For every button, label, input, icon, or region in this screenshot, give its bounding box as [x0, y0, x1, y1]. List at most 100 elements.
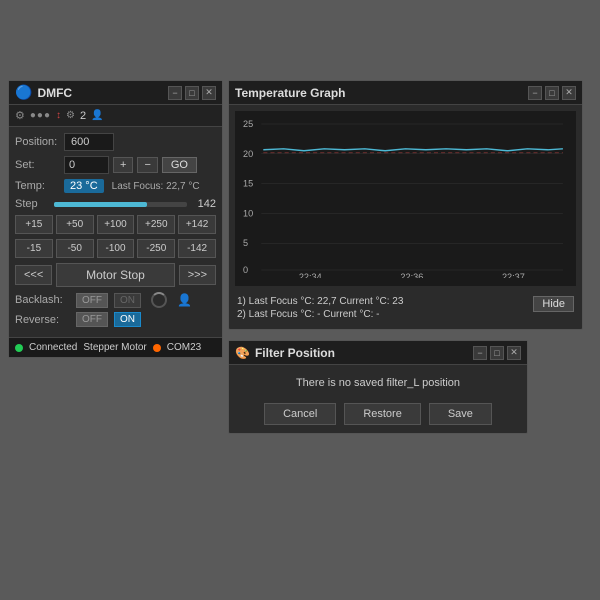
graph-notes: 1) Last Focus °C: 22,7 Current °C: 23 2)… — [237, 296, 403, 320]
svg-text:15: 15 — [243, 179, 253, 189]
dmfc-title-bar: 🔵 DMFC − □ ✕ — [9, 81, 222, 105]
temp-graph-window: Temperature Graph − □ ✕ 25 20 15 10 5 0 … — [228, 80, 583, 330]
step-slider[interactable] — [54, 202, 187, 207]
filter-buttons: Cancel Restore Save — [239, 403, 517, 425]
filter-minimize-button[interactable]: − — [473, 346, 487, 360]
reverse-label: Reverse: — [15, 314, 70, 326]
toolbar-icon4: 👤 — [91, 110, 103, 121]
svg-text:5: 5 — [243, 238, 248, 248]
com-dot — [153, 344, 161, 352]
dmfc-close-button[interactable]: ✕ — [202, 86, 216, 100]
btn-plus15[interactable]: +15 — [15, 215, 53, 234]
filter-controls: − □ ✕ — [473, 346, 521, 360]
step-row: Step 142 — [15, 198, 216, 210]
graph-note2: 2) Last Focus °C: - Current °C: - — [237, 309, 403, 320]
hide-button[interactable]: Hide — [533, 296, 574, 312]
last-focus: Last Focus: 22,7 °C — [112, 181, 200, 192]
position-row: Position: 600 — [15, 133, 216, 151]
filter-maximize-button[interactable]: □ — [490, 346, 504, 360]
temp-title-left: Temperature Graph — [235, 86, 345, 100]
filter-cancel-button[interactable]: Cancel — [264, 403, 336, 425]
spin-icon — [151, 292, 167, 308]
toolbar-dots: ●●● — [30, 110, 51, 121]
step-slider-fill — [54, 202, 147, 207]
dmfc-maximize-button[interactable]: □ — [185, 86, 199, 100]
step-label: Step — [15, 198, 50, 210]
btn-minus15[interactable]: -15 — [15, 239, 53, 258]
svg-text:22:36: 22:36 — [400, 272, 423, 278]
toolbar-icon1: ⚙ — [15, 109, 25, 122]
svg-text:22:34: 22:34 — [299, 272, 322, 278]
svg-text:0: 0 — [243, 265, 248, 275]
backlash-label: Backlash: — [15, 294, 70, 306]
filter-title-bar: 🎨 Filter Position − □ ✕ — [229, 341, 527, 365]
btn-minus250[interactable]: -250 — [137, 239, 175, 258]
btn-right-arrow[interactable]: >>> — [179, 265, 216, 285]
dmfc-title: DMFC — [37, 86, 72, 100]
minus-button-grid: -15 -50 -100 -250 -142 — [15, 239, 216, 258]
dmfc-body: Position: 600 Set: + − GO Temp: 23 °C La… — [9, 127, 222, 337]
graph-area: 25 20 15 10 5 0 22:34 22:36 22:37 — [235, 111, 576, 286]
connected-label: Connected — [29, 342, 77, 353]
go-button[interactable]: GO — [162, 157, 197, 173]
filter-position-window: 🎨 Filter Position − □ ✕ There is no save… — [228, 340, 528, 434]
svg-text:20: 20 — [243, 149, 253, 159]
dmfc-icon: 🔵 — [15, 84, 32, 101]
btn-plus142[interactable]: +142 — [178, 215, 216, 234]
graph-footer: 1) Last Focus °C: 22,7 Current °C: 23 2)… — [229, 292, 582, 324]
set-input[interactable] — [64, 156, 109, 174]
connected-dot — [15, 344, 23, 352]
stepper-label: Stepper Motor — [83, 342, 146, 353]
backlash-off-button[interactable]: OFF — [76, 293, 108, 308]
filter-close-button[interactable]: ✕ — [507, 346, 521, 360]
reverse-off-button[interactable]: OFF — [76, 312, 108, 327]
set-minus-button[interactable]: − — [137, 157, 157, 173]
set-label: Set: — [15, 159, 60, 171]
btn-plus250[interactable]: +250 — [137, 215, 175, 234]
dmfc-window: 🔵 DMFC − □ ✕ ⚙ ●●● ↕ ⚙ 2 👤 Position: 600… — [8, 80, 223, 358]
btn-plus100[interactable]: +100 — [97, 215, 135, 234]
graph-note1: 1) Last Focus °C: 22,7 Current °C: 23 — [237, 296, 403, 307]
btn-minus100[interactable]: -100 — [97, 239, 135, 258]
plus-button-grid: +15 +50 +100 +250 +142 — [15, 215, 216, 234]
dmfc-controls: − □ ✕ — [168, 86, 216, 100]
btn-left-arrow[interactable]: <<< — [15, 265, 52, 285]
svg-text:10: 10 — [243, 208, 253, 218]
set-plus-button[interactable]: + — [113, 157, 133, 173]
temp-label: Temp: — [15, 180, 60, 192]
temp-maximize-button[interactable]: □ — [545, 86, 559, 100]
temp-close-button[interactable]: ✕ — [562, 86, 576, 100]
motor-stop-button[interactable]: Motor Stop — [56, 263, 174, 287]
temp-controls: − □ ✕ — [528, 86, 576, 100]
reverse-on-button[interactable]: ON — [114, 312, 141, 327]
dmfc-toolbar: ⚙ ●●● ↕ ⚙ 2 👤 — [9, 105, 222, 127]
temp-minimize-button[interactable]: − — [528, 86, 542, 100]
toolbar-icon2: ↕ — [56, 110, 61, 121]
person-icon: 👤 — [177, 293, 192, 307]
filter-icon: 🎨 — [235, 346, 250, 360]
position-label: Position: — [15, 136, 60, 148]
svg-text:25: 25 — [243, 119, 253, 129]
filter-message: There is no saved filter_L position — [239, 377, 517, 389]
filter-body: There is no saved filter_L position Canc… — [229, 365, 527, 433]
filter-restore-button[interactable]: Restore — [344, 403, 421, 425]
reverse-row: Reverse: OFF ON — [15, 312, 216, 327]
toolbar-num: 2 — [80, 110, 86, 122]
dmfc-minimize-button[interactable]: − — [168, 86, 182, 100]
set-row: Set: + − GO — [15, 156, 216, 174]
status-bar: Connected Stepper Motor COM23 — [9, 337, 222, 357]
toolbar-icon3: ⚙ — [66, 110, 75, 121]
temp-title-bar: Temperature Graph − □ ✕ — [229, 81, 582, 105]
btn-minus142[interactable]: -142 — [178, 239, 216, 258]
btn-plus50[interactable]: +50 — [56, 215, 94, 234]
step-value: 142 — [191, 198, 216, 210]
filter-save-button[interactable]: Save — [429, 403, 492, 425]
backlash-on-button[interactable]: ON — [114, 293, 141, 308]
filter-title: Filter Position — [255, 346, 335, 360]
position-value: 600 — [64, 133, 114, 151]
svg-text:22:37: 22:37 — [502, 272, 525, 278]
temp-row: Temp: 23 °C Last Focus: 22,7 °C — [15, 179, 216, 193]
btn-minus50[interactable]: -50 — [56, 239, 94, 258]
motor-row: <<< Motor Stop >>> — [15, 263, 216, 287]
backlash-row: Backlash: OFF ON 👤 — [15, 292, 216, 308]
